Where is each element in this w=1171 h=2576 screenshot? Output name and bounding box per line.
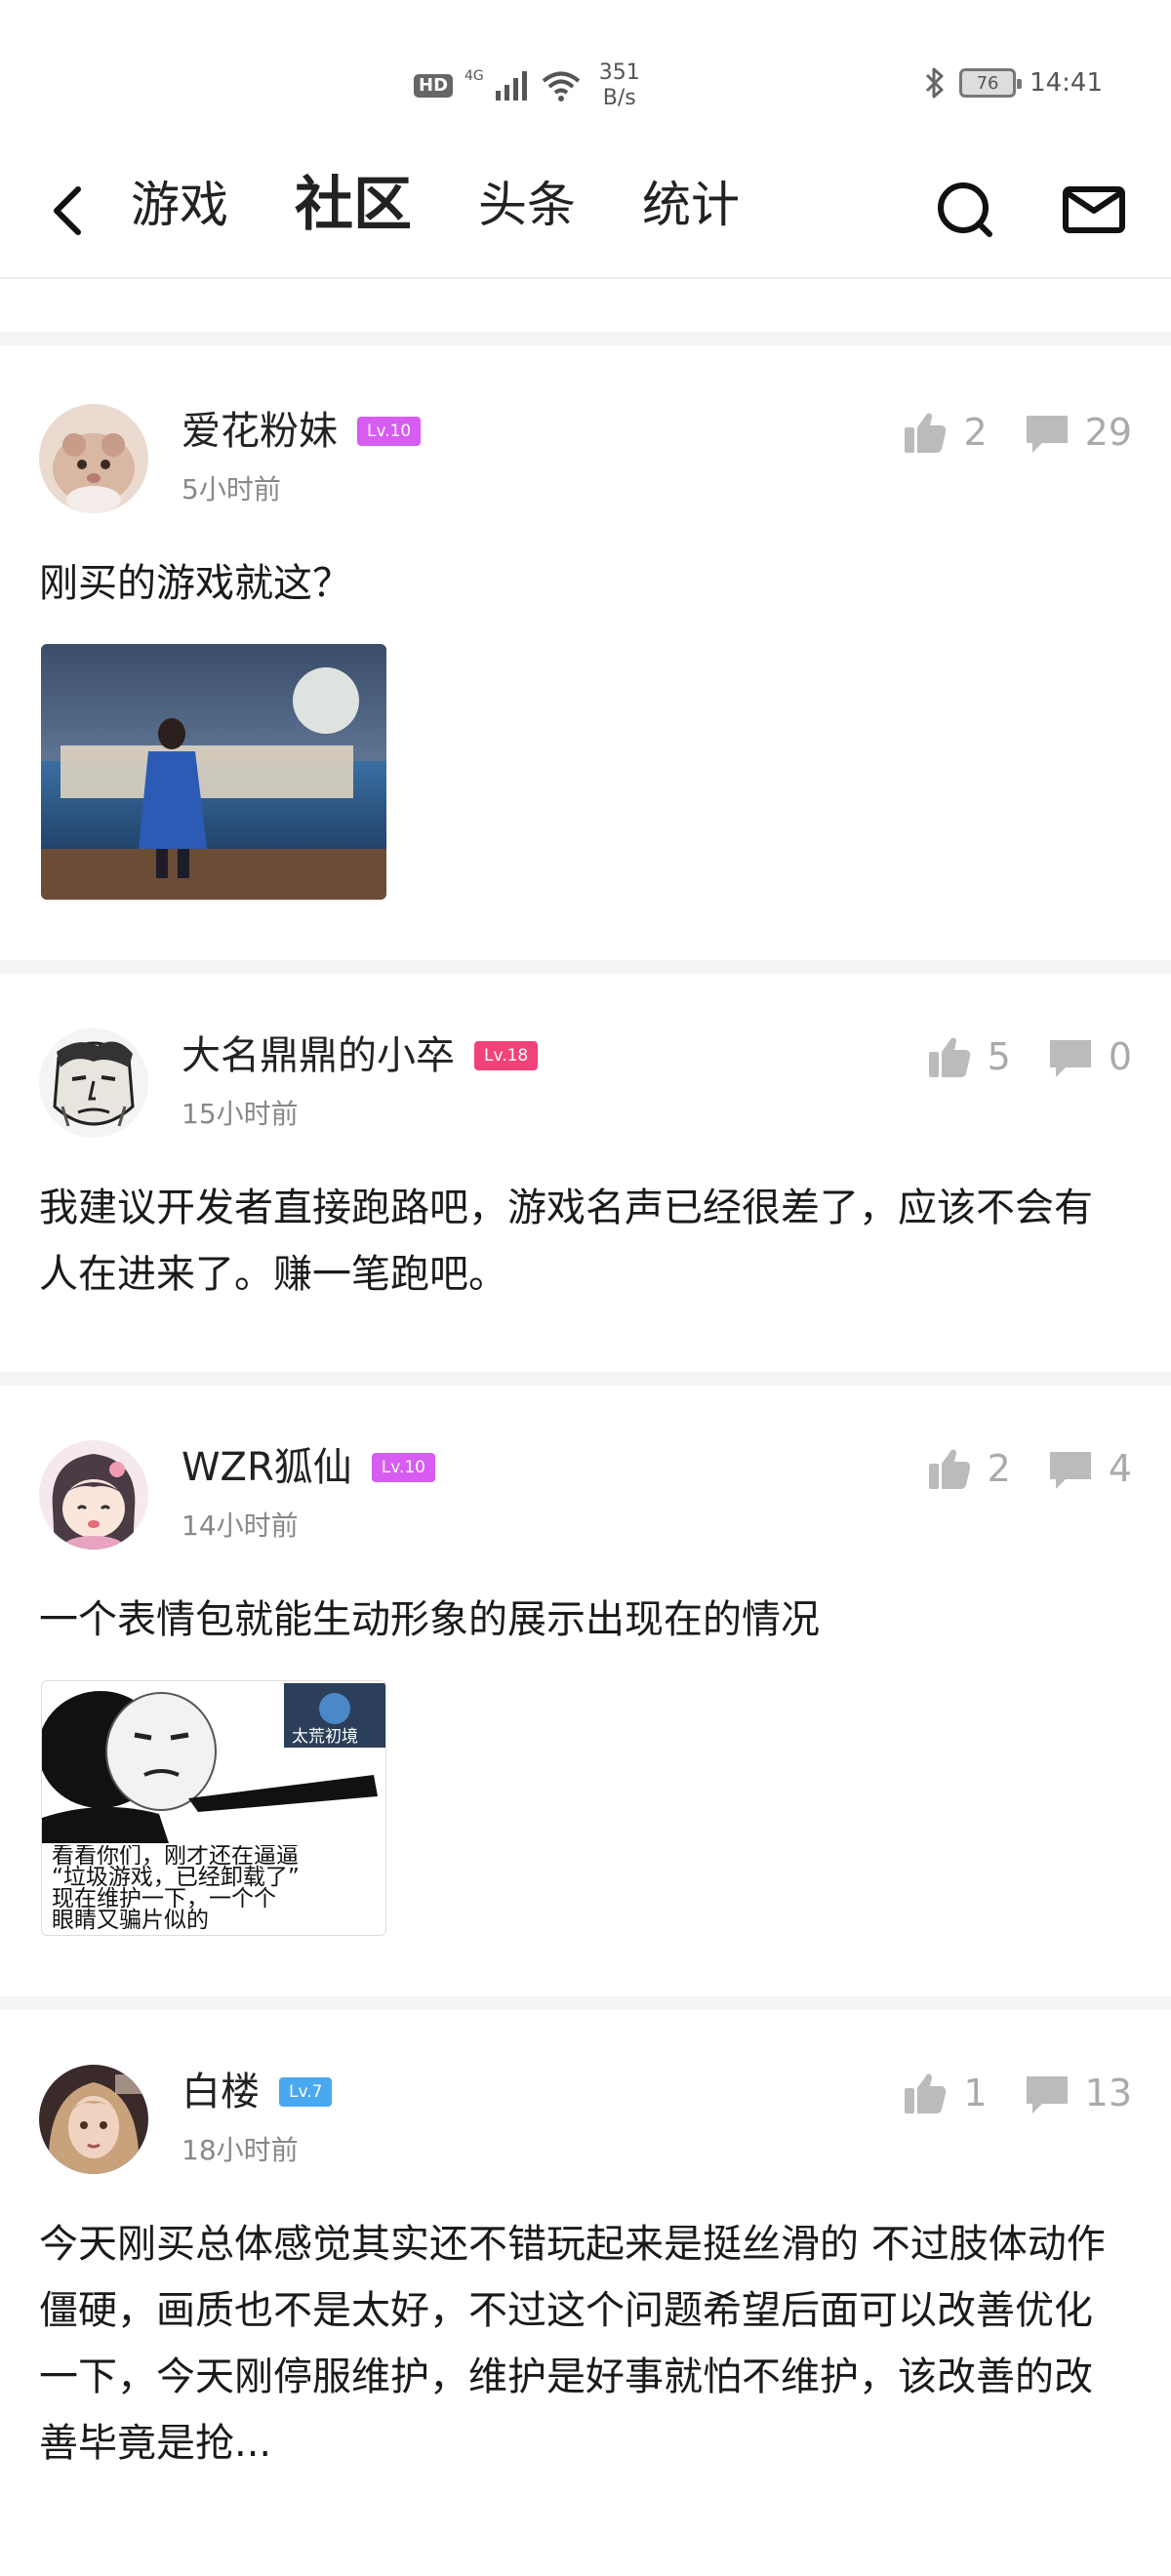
comment-icon: [1026, 416, 1068, 453]
avatar[interactable]: [39, 404, 148, 513]
post-image[interactable]: [41, 644, 386, 900]
divider: [0, 1372, 1171, 1386]
status-right: 76 14:41: [924, 66, 1103, 100]
net-speed-unit: B/s: [602, 86, 636, 110]
top-nav: 游戏 社区 头条 统计: [0, 146, 1171, 279]
avatar[interactable]: [39, 1440, 148, 1550]
post-text: 刚买的游戏就这？: [39, 561, 351, 606]
username-text[interactable]: 白楼: [182, 2065, 260, 2119]
username[interactable]: WZR狐仙 Lv.10: [182, 1440, 435, 1495]
level-badge: Lv.10: [357, 417, 422, 446]
divider: [0, 332, 1171, 345]
post-card[interactable]: 爱花粉妹 Lv.10 5小时前 2 29 刚买的游戏就这？: [0, 404, 1171, 960]
comment-icon: [1026, 2076, 1068, 2113]
post-time: 14小时前: [182, 1509, 299, 1542]
thumbs-up-icon: [928, 1037, 970, 1077]
post-card[interactable]: 大名鼎鼎的小卒 Lv.18 15小时前 5 0 我建议开发者直接跑路吧，游戏名声…: [0, 1028, 1171, 1350]
post-text: 一个表情包就能生动形象的展示出现在的情况: [39, 1597, 820, 1642]
meme-image[interactable]: 太荒初境 看看你们，刚才还在逼逼 “垃圾游戏，已经卸载了” 现在维护一下，一个个…: [41, 1680, 386, 1936]
comment-count: 13: [1084, 2072, 1132, 2114]
status-center: HD 4G 351 B/s: [414, 60, 640, 111]
post-card[interactable]: WZR狐仙 Lv.10 14小时前 2 4 一个表情包就能生动形象的展示出现在的…: [0, 1440, 1171, 1987]
wifi-icon: [542, 71, 581, 101]
tab-bar: 游戏 社区 头条 统计: [131, 166, 806, 244]
avatar[interactable]: [39, 2065, 148, 2174]
post-text: 我建议开发者直接跑路吧，游戏名声已经很差了，应该不会有人在进来了。赚一笔跑吧。: [39, 1186, 1093, 1297]
comment-icon: [1049, 1040, 1091, 1077]
level-badge: Lv.18: [474, 1041, 539, 1070]
hd-badge: HD: [414, 74, 454, 98]
post-time: 15小时前: [182, 1098, 299, 1130]
level-badge: Lv.7: [279, 2077, 333, 2107]
thumbs-up-icon: [905, 2073, 947, 2113]
like-count: 1: [963, 2072, 988, 2114]
post-stats: 5 0: [890, 1032, 1132, 1081]
divider: [0, 960, 1171, 974]
signal-icon: [495, 71, 527, 101]
post-time: 18小时前: [182, 2134, 299, 2166]
net-speed: 351 B/s: [599, 60, 640, 111]
search-icon[interactable]: [931, 176, 999, 244]
comment-count: 4: [1108, 1447, 1132, 1490]
post-text: 今天刚买总体感觉其实还不错玩起来是挺丝滑的 不过肢体动作僵硬，画质也不是太好，不…: [39, 2222, 1106, 2466]
battery-icon: 76: [959, 68, 1023, 98]
like-button[interactable]: 2: [925, 1444, 1011, 1493]
post-card[interactable]: 白楼 Lv.7 18小时前 1 13 今天刚买总体感觉其实还不错玩起来是挺丝滑的…: [0, 2065, 1171, 2576]
comment-count: 29: [1084, 411, 1132, 454]
comment-button[interactable]: 4: [1046, 1444, 1132, 1493]
meme-badge: 太荒初境: [292, 1727, 358, 1747]
clock: 14:41: [1030, 68, 1103, 98]
like-button[interactable]: 5: [925, 1032, 1011, 1081]
bluetooth-icon: [926, 67, 944, 99]
like-count: 5: [987, 1035, 1011, 1078]
username-text[interactable]: WZR狐仙: [182, 1440, 352, 1495]
username-text[interactable]: 爱花粉妹: [182, 404, 338, 459]
avatar[interactable]: [39, 1028, 148, 1138]
comment-button[interactable]: 0: [1046, 1032, 1132, 1081]
comment-count: 0: [1108, 1035, 1132, 1078]
like-count: 2: [987, 1447, 1011, 1490]
post-stats: 2 29: [866, 408, 1132, 457]
tab-headlines[interactable]: 头条: [478, 166, 576, 244]
thumbs-up-icon: [928, 1449, 970, 1489]
divider: [0, 1996, 1171, 2010]
username-text[interactable]: 大名鼎鼎的小卒: [182, 1028, 455, 1083]
like-count: 2: [963, 411, 988, 454]
like-button[interactable]: 2: [901, 408, 988, 457]
back-icon[interactable]: [39, 176, 98, 244]
tab-stats[interactable]: 统计: [642, 166, 740, 244]
username[interactable]: 白楼 Lv.7: [182, 2065, 333, 2119]
comment-button[interactable]: 13: [1023, 2069, 1132, 2117]
tab-games[interactable]: 游戏: [131, 166, 228, 244]
comment-icon: [1049, 1452, 1091, 1489]
username[interactable]: 大名鼎鼎的小卒 Lv.18: [182, 1028, 539, 1083]
post-time: 5小时前: [182, 473, 281, 505]
mail-icon[interactable]: [1060, 176, 1128, 244]
net-speed-value: 351: [598, 60, 640, 85]
battery-level: 76: [976, 72, 999, 94]
post-stats: 2 4: [890, 1444, 1132, 1493]
status-bar: HD 4G 351 B/s 76 14:41: [0, 0, 1171, 146]
post-stats: 1 13: [866, 2069, 1132, 2117]
username[interactable]: 爱花粉妹 Lv.10: [182, 404, 422, 459]
network-type: 4G: [464, 68, 484, 84]
like-button[interactable]: 1: [901, 2069, 988, 2117]
meme-caption: 看看你们，刚才还在逼逼 “垃圾游戏，已经卸载了” 现在维护一下，一个个 眼睛又骗…: [52, 1845, 300, 1933]
thumbs-up-icon: [905, 413, 947, 453]
tab-community[interactable]: 社区: [295, 166, 412, 244]
level-badge: Lv.10: [371, 1453, 435, 1482]
comment-button[interactable]: 29: [1023, 408, 1132, 457]
